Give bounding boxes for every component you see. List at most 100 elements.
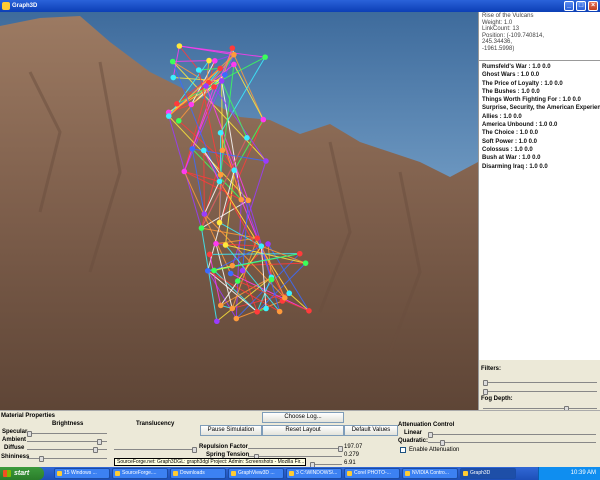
taskbar-item-label: SourceForge.... (122, 470, 157, 476)
default-values-button[interactable]: Default Values (344, 425, 398, 436)
graph-node (175, 118, 182, 124)
graph-node (302, 260, 309, 266)
graph-node (212, 58, 218, 64)
taskbar-item-label: Downloads (180, 470, 205, 476)
graph-node (165, 113, 172, 119)
graph-node (229, 305, 236, 312)
list-item[interactable]: Surprise, Security, the American Experie… (482, 104, 600, 112)
taskbar-item-active[interactable]: Graph3D (460, 468, 516, 479)
taskbar-item[interactable]: SourceForge.... (112, 468, 168, 479)
enable-attenuation-checkbox[interactable] (400, 447, 406, 453)
graph-node (231, 51, 237, 58)
list-item[interactable]: The Price of Loyalty : 1.0 0.0 (482, 80, 597, 88)
taskbar-item[interactable]: 15 Windows ... (54, 468, 110, 479)
graph-node (265, 241, 271, 247)
taskbar-item[interactable]: NVIDIA Contro... (402, 468, 458, 479)
graph-node (206, 57, 212, 64)
diffuse-slider[interactable] (27, 447, 107, 454)
graph-node (258, 243, 265, 249)
corel-icon (347, 471, 352, 476)
ambient-label: Ambient (2, 437, 26, 443)
translucency-label: Translucency (136, 421, 175, 427)
filter-slider-1[interactable] (483, 380, 597, 387)
graph-3d-viewport[interactable] (0, 12, 478, 410)
maximize-button[interactable]: □ (576, 1, 586, 11)
filters-label: Filters: (481, 366, 502, 372)
taskbar-item[interactable]: GraphView3D ... (228, 468, 284, 479)
list-item[interactable]: Bush at War : 1.0 0.0 (482, 154, 597, 162)
specular-slider[interactable] (27, 431, 107, 438)
minimize-button[interactable]: _ (564, 1, 574, 11)
graph-node (296, 250, 303, 257)
specular-label: Specular (2, 429, 28, 435)
graph-node (263, 305, 269, 312)
list-item[interactable]: Things Worth Fighting For : 1.0 0.0 (482, 96, 597, 104)
windows-logo-icon (3, 470, 11, 477)
list-item[interactable]: The Choice : 1.0 0.0 (482, 129, 597, 137)
taskbar-item-label: NVIDIA Contro... (412, 470, 449, 476)
taskbar-item[interactable]: Downloads (170, 468, 226, 479)
graph-edge (203, 150, 205, 215)
graph-node (281, 295, 288, 301)
graph-edge (233, 54, 264, 120)
list-item[interactable]: Colossus : 1.0 0.0 (482, 146, 597, 154)
translucency-slider[interactable] (114, 447, 197, 454)
graph-node (188, 101, 195, 108)
graph-node (201, 211, 208, 217)
graph-node (217, 65, 223, 72)
reset-layout-button[interactable]: Reset Layout (262, 425, 344, 436)
graph-node (206, 251, 213, 258)
list-item[interactable]: Disarming Iraq : 1.0 0.0 (482, 163, 597, 171)
close-button[interactable]: × (588, 1, 598, 11)
choose-log-button[interactable]: Choose Log... (262, 412, 344, 423)
app-icon (2, 2, 10, 10)
window-title: Graph3D (12, 3, 38, 9)
taskbar-item-label: 3 C:\WINDOWS\... (296, 470, 338, 476)
graph-node (217, 171, 224, 178)
brightness-label: Brightness (52, 421, 84, 427)
repulsion-factor-value: 197.07 (344, 444, 363, 450)
list-item[interactable]: Allies : 1.0 0.0 (482, 113, 597, 121)
cmd-icon (289, 471, 294, 476)
taskbar: start 15 Windows ... SourceForge.... Dow… (0, 467, 600, 480)
graph-node (276, 308, 283, 315)
list-item[interactable]: The Bushes : 1.0 0.0 (482, 88, 597, 96)
pause-simulation-button[interactable]: Pause Simulation (200, 425, 262, 436)
graph-node (262, 54, 268, 60)
graph-node (219, 147, 226, 154)
taskbar-tooltip: SourceForge.net: Graph3DGL: graph3dgl Pr… (114, 458, 306, 466)
ambient-slider[interactable] (27, 439, 107, 446)
third-parameter-value: 6.91 (344, 460, 356, 466)
start-button[interactable]: start (0, 467, 44, 480)
list-item[interactable]: Soft Power : 1.0 0.0 (482, 138, 597, 146)
taskbar-item-label: Corel PHOTO-... (354, 470, 391, 476)
downloads-icon (173, 471, 178, 476)
graph-node (227, 270, 234, 277)
repulsion-factor-slider[interactable] (248, 446, 343, 453)
system-tray: 10:39 AM (538, 467, 600, 480)
graph-node (254, 308, 260, 315)
graph-node (181, 168, 188, 175)
attenuation-control-label: Attenuation Control (398, 422, 455, 428)
graph-node (217, 130, 224, 136)
graph-node (239, 267, 246, 274)
shininess-slider[interactable] (27, 456, 107, 463)
list-item[interactable]: America Unbound : 1.0 0.0 (482, 121, 597, 129)
graph-node (216, 178, 223, 185)
graph-node (176, 43, 183, 49)
graph-node (229, 45, 236, 51)
list-item[interactable]: Rumsfeld's War : 1.0 0.0 (482, 63, 597, 71)
node-list[interactable]: Rumsfeld's War : 1.0 0.0 Ghost Wars : 1.… (478, 60, 600, 360)
list-item[interactable]: Ghost Wars : 1.0 0.0 (482, 71, 597, 79)
linear-attenuation-slider[interactable] (428, 432, 596, 439)
diffuse-label: Diffuse (4, 445, 25, 451)
graph-node (169, 58, 176, 65)
graph-node (244, 135, 250, 141)
taskbar-item[interactable]: 3 C:\WINDOWS\... (286, 468, 342, 479)
graph-edge (179, 45, 266, 58)
graph-edge (209, 253, 300, 255)
graph-node (198, 225, 205, 231)
repulsion-factor-label: Repulsion Factor (199, 444, 249, 450)
taskbar-item[interactable]: Corel PHOTO-... (344, 468, 400, 479)
nvidia-icon (405, 471, 410, 476)
